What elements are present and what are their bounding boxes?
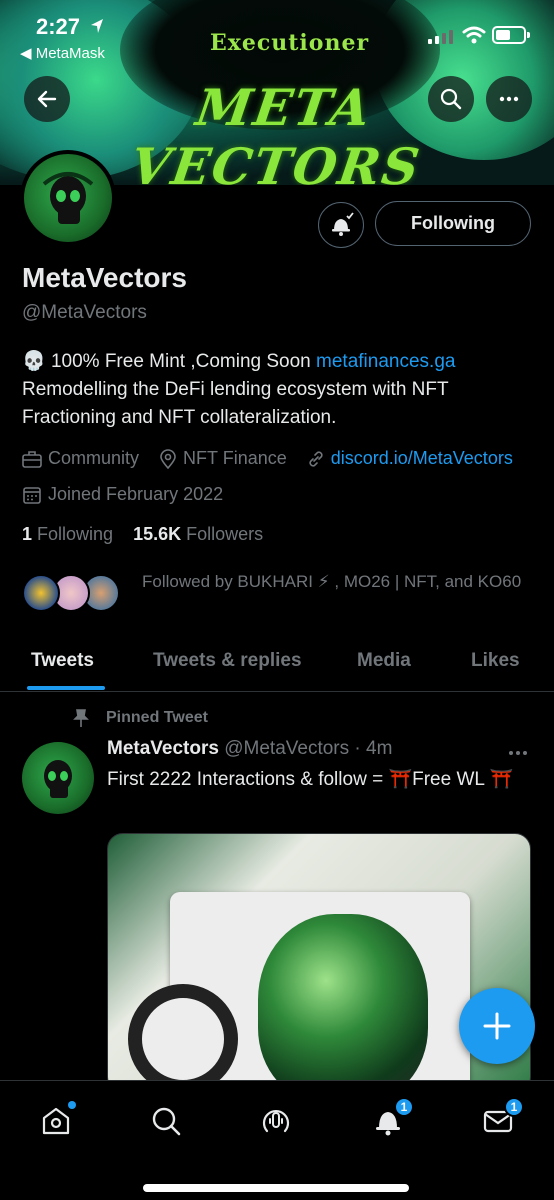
search-button[interactable] <box>428 76 474 122</box>
followers-label: Followers <box>186 524 264 544</box>
tab-media[interactable]: Media <box>357 650 411 672</box>
profile-avatar[interactable] <box>20 150 116 246</box>
pin-icon <box>73 709 89 727</box>
back-button[interactable] <box>24 76 70 122</box>
tweet-header: MetaVectors @MetaVectors · 4m <box>107 738 392 760</box>
microphone-icon <box>262 1109 290 1133</box>
location-item: NFT Finance <box>159 448 287 469</box>
bell-check-icon <box>332 212 354 236</box>
status-time: 2:27 <box>36 14 81 39</box>
pinned-text: Pinned Tweet <box>106 709 208 726</box>
following-label: Following <box>37 524 114 544</box>
notifications-badge: 1 <box>394 1097 414 1117</box>
avatar <box>22 574 60 612</box>
nav-notifications[interactable]: 1 <box>370 1097 414 1139</box>
tab-tweets-replies[interactable]: Tweets & replies <box>153 650 302 672</box>
skull-icon <box>42 172 94 224</box>
category-label: Community <box>48 448 140 468</box>
bio-link[interactable]: metafinances.ga <box>316 351 455 372</box>
calendar-icon <box>23 486 41 504</box>
messages-badge: 1 <box>504 1097 524 1117</box>
followers-count-link[interactable]: 15.6K Followers <box>133 524 263 544</box>
compose-tweet-button[interactable] <box>459 988 535 1064</box>
media-mask <box>258 914 428 1092</box>
nav-spaces[interactable] <box>258 1103 294 1139</box>
battery-icon <box>492 26 530 44</box>
location-pin-icon <box>160 448 176 469</box>
more-horizontal-icon <box>499 96 519 102</box>
search-icon <box>152 1107 181 1136</box>
plus-icon <box>483 1012 511 1040</box>
profile-meta: Community NFT Finance discord.io/MetaVec… <box>22 448 533 469</box>
tweet-text: First 2222 Interactions & follow = ⛩️Fre… <box>107 769 514 790</box>
nav-messages[interactable]: 1 <box>480 1097 524 1139</box>
search-icon <box>440 88 462 110</box>
location-label: NFT Finance <box>183 448 287 468</box>
category-item: Community <box>22 448 139 469</box>
notifications-toggle-button[interactable] <box>318 202 364 248</box>
profile-tabs: Tweets Tweets & replies Media Likes <box>0 640 554 692</box>
website-link[interactable]: discord.io/MetaVectors <box>331 448 513 469</box>
back-to-app-link[interactable]: ◀ MetaMask <box>20 44 105 62</box>
briefcase-icon <box>22 450 42 468</box>
following-count-link[interactable]: 1 Following <box>22 524 113 544</box>
nav-home[interactable] <box>38 1101 76 1139</box>
more-horizontal-icon <box>509 751 527 755</box>
status-bar: 2:27 ◀ MetaMask <box>0 10 554 70</box>
bio-text: 100% Free Mint ,Coming Soon <box>45 351 317 372</box>
tweet-avatar[interactable] <box>22 742 94 814</box>
bottom-navigation: 1 1 <box>0 1080 554 1200</box>
wifi-icon <box>462 26 486 44</box>
arrow-left-icon <box>37 90 57 108</box>
media-swirl <box>128 984 238 1092</box>
skull-icon <box>44 760 72 798</box>
bio-text: Remodelling the DeFi lending ecosystem w… <box>22 379 449 428</box>
follow-counts: 1 Following 15.6K Followers <box>22 524 263 545</box>
tweet-author[interactable]: MetaVectors <box>107 738 219 759</box>
home-indicator[interactable] <box>143 1184 409 1192</box>
pinned-label: Pinned Tweet <box>72 708 208 728</box>
following-count: 1 <box>22 524 33 544</box>
tweet-media-image[interactable] <box>107 833 531 1093</box>
tab-tweets[interactable]: Tweets <box>31 650 94 672</box>
banner-title: META VECTORS <box>127 78 425 185</box>
home-unread-dot <box>68 1101 76 1109</box>
location-arrow-icon <box>91 19 103 33</box>
followed-by-row[interactable]: Followed by BUKHARI ⚡ , MO26 | NFT, and … <box>22 566 532 626</box>
profile-name: MetaVectors <box>22 262 187 293</box>
followers-count: 15.6K <box>133 524 182 544</box>
tweet-more-button[interactable] <box>508 740 528 761</box>
tab-likes[interactable]: Likes <box>471 650 520 672</box>
link-icon <box>309 450 323 467</box>
joined-item: Joined February 2022 <box>22 484 223 505</box>
cell-signal-icon <box>428 30 453 44</box>
joined-row: Joined February 2022 <box>22 484 243 505</box>
website-item[interactable]: discord.io/MetaVectors <box>307 448 513 469</box>
tweet-handle-time: @MetaVectors · 4m <box>224 738 393 759</box>
home-icon <box>42 1107 70 1135</box>
joined-label: Joined February 2022 <box>48 484 224 504</box>
more-options-button[interactable] <box>486 76 532 122</box>
profile-bio: 💀 100% Free Mint ,Coming Soon metafinanc… <box>22 348 532 432</box>
active-tab-indicator <box>27 686 105 690</box>
followed-by-text: Followed by BUKHARI ⚡ , MO26 | NFT, and … <box>142 572 522 591</box>
nav-search[interactable] <box>148 1103 184 1139</box>
profile-handle: @MetaVectors <box>22 302 147 323</box>
following-button[interactable]: Following <box>375 201 531 246</box>
bio-emoji: 💀 <box>22 351 46 372</box>
